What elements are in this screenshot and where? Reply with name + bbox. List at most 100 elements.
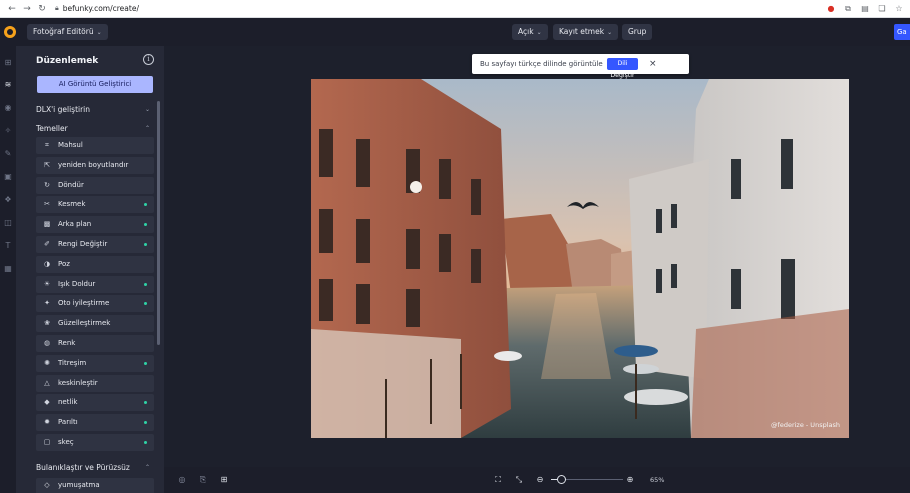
tool-item[interactable]: ⇱ yeniden boyutlandır [36, 156, 154, 174]
address-bar[interactable]: befunky.com/create/ [63, 4, 139, 13]
save-button-cut[interactable]: Ga [894, 24, 910, 40]
change-language-button[interactable]: Dili Değiştir [607, 58, 638, 79]
tool-item[interactable]: ✦ Oto iyileştirme [36, 295, 154, 313]
crop-icon: ⌗ [45, 141, 49, 149]
section-dlx[interactable]: DLX'i geliştirin ⌄ [36, 104, 154, 116]
tool-item[interactable]: ☀ Işık Doldur [36, 275, 154, 293]
back-arrow-icon[interactable]: ← [6, 4, 18, 14]
grid-icon[interactable]: ⊞ [3, 58, 13, 68]
sharpen-icon: △ [44, 378, 50, 387]
tool-label: Kesmek [58, 200, 86, 209]
new-feature-dot [144, 203, 147, 207]
extension-icon[interactable]: ● [826, 3, 836, 14]
section-dlx-label: DLX'i geliştirin [36, 105, 91, 114]
tool-item[interactable]: △ keskinleştir [36, 374, 154, 392]
section-blur[interactable]: Bulanıklaştır ve Pürüzsüz ⌃ [36, 462, 154, 474]
background-icon: ▩ [43, 220, 51, 229]
color-icon: ◍ [43, 339, 51, 347]
befunky-logo[interactable] [4, 26, 16, 38]
clarity-icon: ◆ [44, 398, 50, 407]
zoom-slider-handle[interactable] [557, 475, 566, 484]
layers-icon[interactable]: ◫ [3, 218, 13, 228]
info-icon[interactable]: i [143, 54, 154, 65]
bookmark-star-icon[interactable]: ☆ [894, 3, 904, 14]
tool-label: Renk [58, 339, 76, 347]
tool-smooth[interactable]: ◇ yumuşatma [36, 478, 154, 493]
tool-item[interactable]: ❀ Güzelleştirmek [36, 315, 154, 333]
reading-list-icon[interactable]: ▤ [860, 3, 870, 14]
tool-label: Döndür [58, 180, 84, 189]
tool-item[interactable]: ✐ Rengi Değiştir [36, 236, 154, 253]
tool-item[interactable]: ◆ netlik [36, 394, 154, 412]
chevron-up-icon: ⌃ [144, 464, 150, 471]
tool-item[interactable]: ◍ Renk [36, 335, 154, 352]
forward-arrow-icon[interactable]: → [21, 4, 33, 14]
ai-enhancer-button[interactable]: AI Görüntü Geliştirici [37, 76, 153, 93]
edited-photo[interactable]: @federize - Unsplash [311, 79, 849, 438]
tool-item[interactable]: ✺ Titreşim [36, 354, 154, 372]
tool-label: Rengi Değiştir [58, 240, 108, 248]
grid-view-icon[interactable]: ⊞ [219, 475, 229, 485]
texture-icon[interactable]: ▦ [3, 264, 13, 274]
tool-item[interactable]: ◑ Poz [36, 255, 154, 273]
tool-item[interactable]: ▩ Arka plan [36, 216, 154, 234]
sparkle-icon[interactable]: ✧ [3, 126, 13, 136]
zoom-out-icon[interactable]: ⊖ [535, 475, 545, 485]
chevron-down-icon: ⌄ [144, 106, 150, 113]
auto-enhance-icon: ✦ [44, 299, 50, 308]
new-feature-dot [144, 282, 147, 286]
zoom-in-icon[interactable]: ⊕ [625, 475, 635, 485]
tool-item[interactable]: ⌗ Mahsul [36, 137, 154, 154]
history-icon[interactable]: ⎘ [198, 475, 208, 485]
tool-label: Oto iyileştirme [58, 299, 110, 308]
editor-menu-button[interactable]: Fotoğraf Editörü ⌄ [27, 24, 108, 40]
chevron-down-icon: ⌄ [96, 29, 102, 36]
exposure-icon: ◑ [43, 259, 51, 268]
tool-item[interactable]: ✹ Parıltı [36, 414, 154, 432]
rotate-icon: ↻ [44, 180, 50, 189]
panel-title: Düzenlemek [36, 56, 99, 66]
section-basics-label: Temeller [36, 124, 68, 133]
color-change-icon: ✐ [44, 240, 50, 248]
graphics-icon[interactable]: ❖ [3, 195, 13, 205]
chevron-up-icon: ⌃ [144, 125, 150, 132]
zoom-percent: 65% [650, 476, 665, 484]
actual-size-icon[interactable]: ⤡ [514, 475, 524, 485]
save-menu-label: Kayıt etmek [559, 27, 605, 36]
sketch-icon: ▢ [43, 438, 51, 446]
close-icon[interactable]: × [649, 54, 657, 74]
chevron-down-icon: ⌄ [536, 29, 542, 36]
venice-canal-image [311, 79, 849, 438]
panel-scrollbar[interactable] [157, 101, 160, 345]
resize-icon: ⇱ [44, 160, 50, 169]
tool-label: Poz [58, 259, 70, 268]
brush-icon[interactable]: ✎ [3, 149, 13, 159]
new-feature-dot [144, 441, 147, 444]
vibrance-icon: ✺ [44, 358, 50, 367]
save-menu-button[interactable]: Kayıt etmek ⌄ [553, 24, 619, 40]
layers-stack-icon[interactable]: ◎ [177, 475, 187, 485]
fit-screen-icon[interactable]: ⛶ [493, 475, 503, 485]
tool-label: netlik [58, 398, 78, 407]
open-menu-button[interactable]: Açık ⌄ [512, 24, 548, 40]
tool-item[interactable]: ▢ skeç [36, 434, 154, 451]
chevron-down-icon: ⌄ [607, 29, 613, 36]
app-header: Fotoğraf Editörü ⌄ Açık ⌄ Kayıt etmek ⌄ Gru… [0, 18, 910, 46]
cutout-icon: ✂ [44, 200, 50, 209]
reload-icon[interactable]: ↻ [36, 4, 48, 14]
extensions-icon[interactable]: ❏ [877, 3, 887, 14]
section-basics[interactable]: Temeller ⌃ [36, 123, 154, 135]
edit-sliders-icon[interactable]: ≋ [3, 80, 13, 90]
text-icon[interactable]: T [3, 241, 13, 251]
share-icon[interactable]: ⧉ [843, 3, 853, 14]
fill-light-icon: ☀ [43, 279, 51, 288]
frame-icon[interactable]: ▣ [3, 172, 13, 182]
tool-label: Titreşim [58, 358, 87, 367]
tool-item[interactable]: ↻ Döndür [36, 176, 154, 194]
editor-menu-label: Fotoğraf Editörü [33, 27, 94, 36]
group-button[interactable]: Grup [622, 24, 653, 40]
edit-panel: Düzenlemek i AI Görüntü Geliştirici DLX'… [16, 46, 164, 493]
tool-item[interactable]: ✂ Kesmek [36, 196, 154, 214]
tool-label: yumuşatma [58, 481, 100, 489]
eye-icon[interactable]: ◉ [3, 103, 13, 113]
